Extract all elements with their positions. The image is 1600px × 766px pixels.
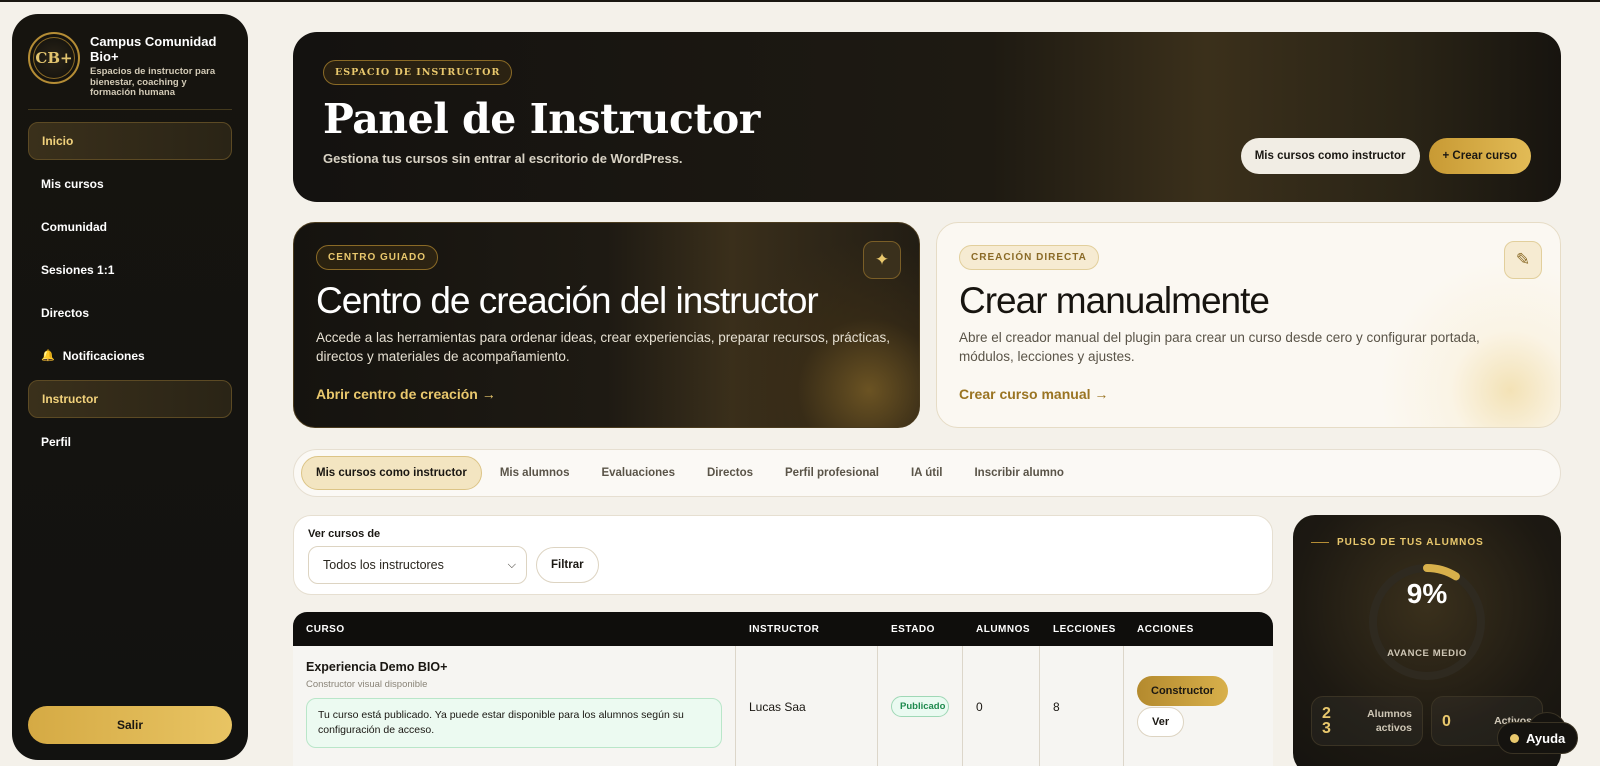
sidebar-item-directos[interactable]: Directos xyxy=(28,294,232,332)
tab-mis-alumnos[interactable]: Mis alumnos xyxy=(486,456,584,490)
logout-button[interactable]: Salir xyxy=(28,706,232,744)
column-header: ALUMNOS xyxy=(976,623,1031,635)
sidebar-item-label: Directos xyxy=(41,305,90,320)
card-title: Crear manualmente xyxy=(959,280,1270,321)
sidebar-item-label: Notificaciones xyxy=(62,348,145,363)
courses-table: CURSO INSTRUCTOR ESTADO ALUMNOS LECCIONE… xyxy=(293,612,1273,766)
card-title: Centro de creación del instructor xyxy=(316,280,819,321)
filter-label: Ver cursos de xyxy=(308,528,381,540)
sidebar: CB+ Campus Comunidad Bio+ Espacios de in… xyxy=(12,14,248,760)
card-pill: CREACIÓN DIRECTA xyxy=(959,245,1099,270)
pulse-title: PULSO DE TUS ALUMNOS xyxy=(1311,537,1543,548)
instructor-cell: Lucas Saa xyxy=(736,646,878,766)
progress-ring: 9% AVANCE MEDIO xyxy=(1367,562,1487,682)
tab-perfil-profesional[interactable]: Perfil profesional xyxy=(771,456,893,490)
stat-label: Alumnos activos xyxy=(1367,708,1412,734)
brand-subtitle: Espacios de instructor para bienestar, c… xyxy=(90,66,216,98)
pulse-title-text: PULSO DE TUS ALUMNOS xyxy=(1337,537,1484,548)
status-badge: Publicado xyxy=(891,696,949,717)
column-header: INSTRUCTOR xyxy=(749,623,820,635)
sidebar-item-sesiones[interactable]: Sesiones 1:1 xyxy=(28,251,232,289)
instructor-tabs: Mis cursos como instructor Mis alumnos E… xyxy=(293,449,1561,497)
my-courses-button[interactable]: Mis cursos como instructor xyxy=(1240,138,1420,174)
average-progress-value: 9% xyxy=(1406,578,1448,609)
tab-evaluaciones[interactable]: Evaluaciones xyxy=(587,456,689,490)
tab-ia-util[interactable]: IA útil xyxy=(897,456,957,490)
manual-create-card: CREACIÓN DIRECTA ✎ Crear manualmente Abr… xyxy=(936,222,1561,428)
column-header: CURSO xyxy=(306,623,345,635)
lessons-cell: 8 xyxy=(1040,646,1124,766)
sparkle-icon: ✦ xyxy=(863,241,901,279)
hero-banner: ESPACIO DE INSTRUCTOR Panel de Instructo… xyxy=(293,32,1561,202)
table-row: Experiencia Demo BIO+ Constructor visual… xyxy=(293,646,1273,766)
help-label: Ayuda xyxy=(1526,730,1566,746)
card-text: Abre el creador manual del plugin para c… xyxy=(959,330,1480,364)
sidebar-item-label: Mis cursos xyxy=(41,176,104,191)
filter-button[interactable]: Filtrar xyxy=(536,547,599,583)
stat-number: 23 xyxy=(1322,705,1331,737)
help-dot-icon xyxy=(1510,733,1519,743)
tab-mis-cursos[interactable]: Mis cursos como instructor xyxy=(301,456,482,490)
average-progress-label: AVANCE MEDIO xyxy=(1387,648,1467,659)
view-button[interactable]: Ver xyxy=(1137,707,1185,737)
course-filter: Ver cursos de Todos los instructores ⌵ F… xyxy=(293,515,1273,595)
sidebar-item-instructor[interactable]: Instructor xyxy=(28,379,232,418)
logo-text: CB+ xyxy=(35,49,73,67)
sidebar-nav: Inicio Mis cursos Comunidad Sesiones 1:1… xyxy=(28,121,232,461)
bell-icon: 🔔 xyxy=(41,350,55,362)
sidebar-item-perfil[interactable]: Perfil xyxy=(28,423,232,461)
page-title: Panel de Instructor xyxy=(323,95,760,143)
stat-active-students: 23 Alumnos activos xyxy=(1311,696,1423,746)
instructor-select[interactable]: Todos los instructores ⌵ xyxy=(308,546,527,584)
sidebar-item-label: Comunidad xyxy=(41,219,107,234)
hero-actions: Mis cursos como instructor + Crear curso xyxy=(1240,138,1531,174)
status-cell: Publicado xyxy=(878,646,963,766)
sidebar-item-comunidad[interactable]: Comunidad xyxy=(28,208,232,246)
guided-center-card: CENTRO GUIADO ✦ Centro de creación del i… xyxy=(293,222,920,428)
published-notice: Tu curso está publicado. Ya puede estar … xyxy=(306,698,722,748)
create-course-button[interactable]: + Crear curso xyxy=(1428,138,1531,174)
sidebar-item-label: Sesiones 1:1 xyxy=(41,262,115,277)
open-creation-center-link[interactable]: Abrir centro de creación → xyxy=(316,386,496,402)
column-header: LECCIONES xyxy=(1053,623,1116,635)
table-header: CURSO INSTRUCTOR ESTADO ALUMNOS LECCIONE… xyxy=(293,612,1273,646)
sidebar-item-notificaciones[interactable]: 🔔 Notificaciones xyxy=(28,337,232,375)
course-name: Experiencia Demo BIO+ xyxy=(306,660,448,674)
select-value: Todos los instructores xyxy=(323,558,444,572)
course-subtitle: Constructor visual disponible xyxy=(306,679,428,690)
tab-inscribir-alumno[interactable]: Inscribir alumno xyxy=(960,456,1077,490)
hero-pill: ESPACIO DE INSTRUCTOR xyxy=(323,60,513,85)
pencil-icon[interactable]: ✎ xyxy=(1504,241,1542,279)
brand-title: Campus Comunidad Bio+ xyxy=(90,34,217,64)
card-text: Accede a las herramientas para ordenar i… xyxy=(316,330,891,364)
card-pill: CENTRO GUIADO xyxy=(316,245,438,270)
sidebar-item-label: Instructor xyxy=(42,391,99,406)
tab-directos[interactable]: Directos xyxy=(693,456,767,490)
create-manual-course-link[interactable]: Crear curso manual → xyxy=(959,386,1108,402)
sidebar-item-mis-cursos[interactable]: Mis cursos xyxy=(28,165,232,203)
column-header: ESTADO xyxy=(891,623,935,635)
help-button[interactable]: Ayuda xyxy=(1497,722,1579,754)
students-cell: 0 xyxy=(963,646,1040,766)
constructor-button[interactable]: Constructor xyxy=(1137,676,1228,706)
sidebar-item-label: Perfil xyxy=(41,434,72,449)
sidebar-item-inicio[interactable]: Inicio xyxy=(28,121,232,160)
actions-cell: Constructor Ver xyxy=(1124,646,1273,766)
stat-number: 0 xyxy=(1442,712,1451,730)
sidebar-item-label: Inicio xyxy=(42,133,74,148)
course-cell: Experiencia Demo BIO+ Constructor visual… xyxy=(293,646,736,766)
column-header: ACCIONES xyxy=(1137,623,1194,635)
brand: CB+ Campus Comunidad Bio+ Espacios de in… xyxy=(28,32,232,110)
logo[interactable]: CB+ xyxy=(28,32,80,84)
chevron-down-icon: ⌵ xyxy=(507,558,516,571)
